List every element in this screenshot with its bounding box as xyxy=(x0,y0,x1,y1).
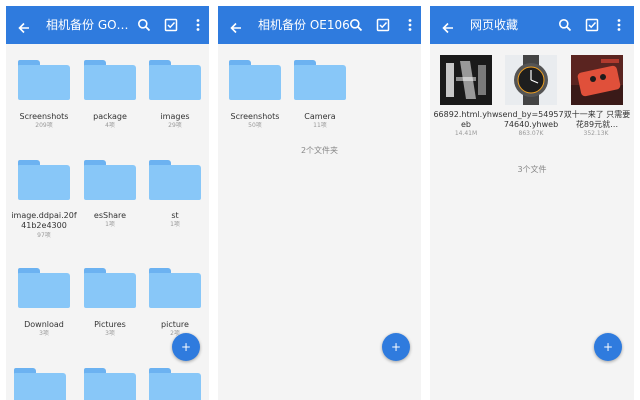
file-thumbnail[interactable] xyxy=(571,55,623,105)
app-bar: 相机备份 OE106 xyxy=(218,6,421,44)
folder-icon[interactable] xyxy=(84,268,136,308)
app-bar: 网页收藏 xyxy=(430,6,634,44)
file-name: 66892.html.yhweb xyxy=(433,110,499,129)
search-icon[interactable] xyxy=(349,18,363,32)
folder-name: esShare xyxy=(93,211,127,220)
folder-name: images xyxy=(160,112,190,121)
folder-name: image.ddpai.20f41b2e4300 xyxy=(11,211,77,230)
folder-count: 209项 xyxy=(35,122,53,129)
folder-name: st xyxy=(171,211,179,220)
file-size: 863.07K xyxy=(518,130,544,137)
file-name: send_by=5495774640.yhweb xyxy=(498,110,564,129)
more-vert-icon[interactable] xyxy=(403,18,417,32)
page-title: 相机备份 OE106 xyxy=(258,18,350,32)
folder-count: 4项 xyxy=(105,122,115,129)
page-title: 网页收藏 xyxy=(470,18,519,32)
folder-summary: 2个文件夹 xyxy=(300,146,339,155)
folder-icon[interactable] xyxy=(84,160,136,200)
folder-icon[interactable] xyxy=(149,60,201,100)
folder-icon[interactable] xyxy=(149,368,201,400)
folder-name: Pictures xyxy=(94,320,126,329)
more-vert-icon[interactable] xyxy=(612,18,626,32)
folder-icon[interactable] xyxy=(84,60,136,100)
folder-name: package xyxy=(93,112,127,121)
add-button[interactable]: + xyxy=(382,333,410,361)
folder-icon[interactable] xyxy=(18,268,70,308)
screen-web-favorites: 网页收藏 66892.html.yhweb 14.41M send_by=549… xyxy=(430,6,634,400)
checkbox-icon[interactable] xyxy=(376,18,390,32)
folder-count: 3项 xyxy=(39,330,49,337)
folder-name: Screenshots xyxy=(230,112,280,121)
folder-icon[interactable] xyxy=(18,160,70,200)
file-thumbnail[interactable] xyxy=(440,55,492,105)
back-arrow-icon[interactable] xyxy=(18,19,30,34)
add-button[interactable]: + xyxy=(594,333,622,361)
file-size: 14.41M xyxy=(454,130,478,137)
folder-name: Download xyxy=(24,320,64,329)
more-vert-icon[interactable] xyxy=(191,18,205,32)
folder-count: 97项 xyxy=(37,232,51,239)
folder-icon[interactable] xyxy=(84,368,136,400)
folder-name: Camera xyxy=(304,112,336,121)
folder-count: 11项 xyxy=(313,122,327,129)
folder-icon[interactable] xyxy=(18,60,70,100)
folder-count: 50项 xyxy=(248,122,262,129)
folder-count: 1项 xyxy=(170,221,180,228)
folder-count: 1项 xyxy=(105,221,115,228)
back-arrow-icon[interactable] xyxy=(442,19,454,34)
file-name: 双十一来了 只需要花89元就… xyxy=(563,110,631,129)
folder-icon[interactable] xyxy=(294,60,346,100)
back-arrow-icon[interactable] xyxy=(230,19,242,34)
file-summary: 3个文件 xyxy=(517,165,547,174)
folder-count: 3项 xyxy=(105,330,115,337)
search-icon[interactable] xyxy=(558,18,572,32)
folder-count: 29项 xyxy=(168,122,182,129)
file-size: 352.13K xyxy=(583,130,609,137)
folder-icon[interactable] xyxy=(149,268,201,308)
screen-camera-backup-go: 相机备份 GO… Screenshots 209项 package 4项 ima… xyxy=(6,6,209,400)
folder-name: picture xyxy=(161,320,189,329)
add-button[interactable]: + xyxy=(172,333,200,361)
screen-camera-backup-oe106: 相机备份 OE106 Screenshots 50项 Camera 11项 2个… xyxy=(218,6,421,400)
file-thumbnail[interactable] xyxy=(505,55,557,105)
folder-icon[interactable] xyxy=(14,368,66,400)
checkbox-icon[interactable] xyxy=(164,18,178,32)
folder-icon[interactable] xyxy=(149,160,201,200)
app-bar: 相机备份 GO… xyxy=(6,6,209,44)
folder-icon[interactable] xyxy=(229,60,281,100)
checkbox-icon[interactable] xyxy=(585,18,599,32)
folder-name: Screenshots xyxy=(19,112,69,121)
search-icon[interactable] xyxy=(137,18,151,32)
page-title: 相机备份 GO… xyxy=(46,18,129,32)
